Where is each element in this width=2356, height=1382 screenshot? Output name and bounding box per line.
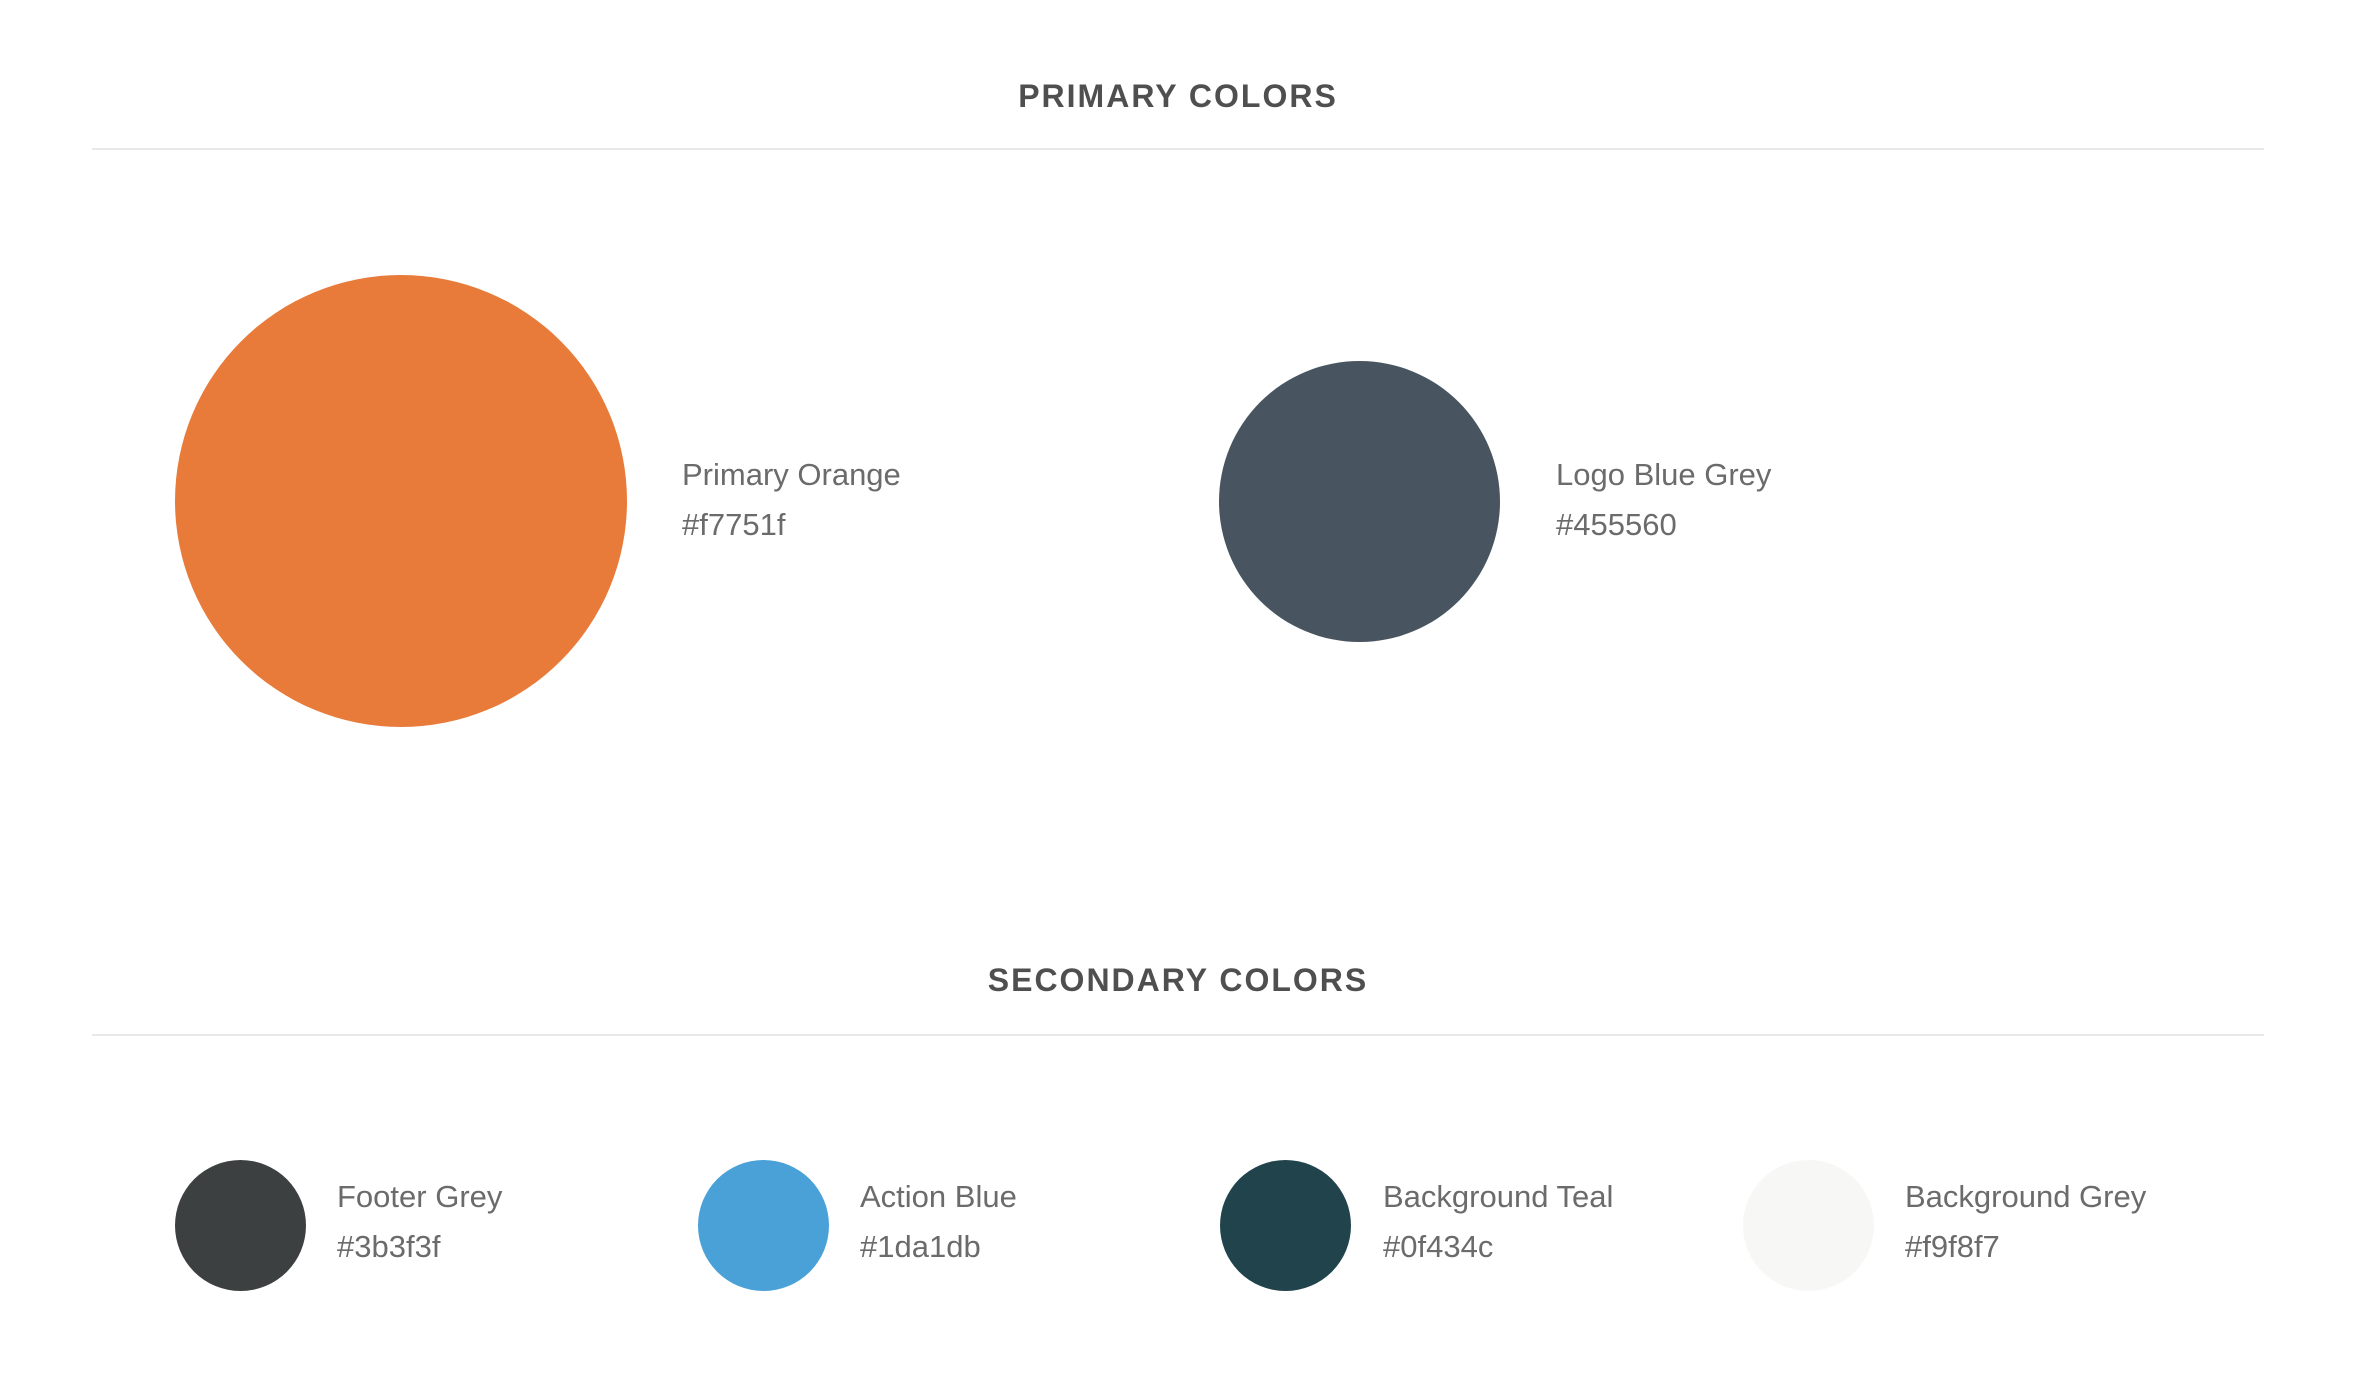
color-name: Action Blue [860, 1179, 1017, 1214]
action-blue-label: Action Blue #1da1db [860, 1178, 1017, 1266]
color-hex: #1da1db [860, 1229, 981, 1264]
swatch-primary-orange [175, 275, 627, 727]
swatch-background-teal [1220, 1160, 1351, 1291]
color-hex: #455560 [1556, 507, 1677, 542]
swatch-logo-blue-grey [1219, 361, 1500, 642]
background-teal-label: Background Teal #0f434c [1383, 1178, 1613, 1266]
swatch-action-blue [698, 1160, 829, 1291]
primary-orange-label: Primary Orange #f7751f [682, 456, 901, 544]
logo-blue-grey-label: Logo Blue Grey #455560 [1556, 456, 1771, 544]
color-hex: #3b3f3f [337, 1229, 441, 1264]
background-grey-label: Background Grey #f9f8f7 [1905, 1178, 2146, 1266]
color-hex: #f7751f [682, 507, 786, 542]
secondary-divider [92, 1034, 2264, 1036]
color-name: Logo Blue Grey [1556, 457, 1772, 492]
footer-grey-label: Footer Grey #3b3f3f [337, 1178, 502, 1266]
swatch-footer-grey [175, 1160, 306, 1291]
swatch-background-grey [1743, 1160, 1874, 1291]
color-hex: #0f434c [1383, 1229, 1494, 1264]
secondary-colors-heading: SECONDARY COLORS [987, 962, 1369, 998]
primary-colors-heading: PRIMARY COLORS [1018, 78, 1338, 114]
color-name: Background Teal [1383, 1179, 1614, 1214]
color-palette-page: PRIMARY COLORS Primary Orange #f7751f Lo… [0, 0, 2356, 1382]
color-name: Primary Orange [682, 457, 901, 492]
color-name: Background Grey [1905, 1179, 2147, 1214]
color-name: Footer Grey [337, 1179, 503, 1214]
primary-divider [92, 148, 2264, 150]
color-hex: #f9f8f7 [1905, 1229, 2000, 1264]
